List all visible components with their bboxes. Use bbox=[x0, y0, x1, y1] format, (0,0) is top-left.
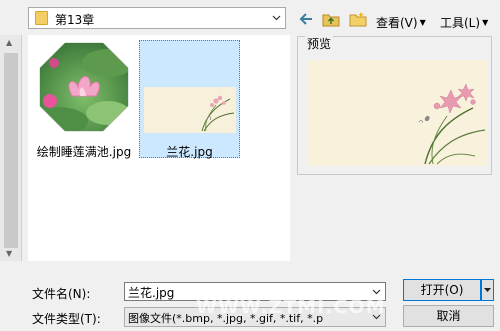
preview-title: 预览 bbox=[305, 35, 334, 52]
filename-input[interactable]: 兰花.jpg bbox=[124, 282, 386, 301]
current-folder-label: 第13章 bbox=[55, 13, 95, 27]
filetype-label: 文件类型(T): bbox=[32, 312, 101, 326]
tools-menu[interactable]: 工具(L) ▼ bbox=[440, 14, 488, 31]
back-arrow-icon[interactable] bbox=[298, 11, 316, 27]
open-dropdown-icon[interactable] bbox=[481, 279, 494, 301]
new-folder-icon[interactable] bbox=[349, 11, 367, 27]
look-in-combobox[interactable]: 第13章 bbox=[28, 7, 286, 29]
scrollbar-thumb[interactable] bbox=[4, 53, 18, 248]
filetype-select[interactable]: 图像文件(*.bmp, *.jpg, *.gif, *.tif, *.p bbox=[124, 307, 386, 327]
chevron-down-icon[interactable] bbox=[368, 283, 385, 300]
folder-icon bbox=[35, 11, 48, 25]
caret-down-icon: ▼ bbox=[419, 18, 426, 27]
scroll-down-icon[interactable]: ▼ bbox=[6, 249, 12, 258]
caret-down-icon: ▼ bbox=[482, 18, 489, 27]
cancel-button[interactable]: 取消 bbox=[403, 305, 494, 327]
chevron-down-icon[interactable] bbox=[268, 8, 285, 28]
orchid-thumbnail bbox=[143, 87, 236, 133]
lotus-thumbnail bbox=[39, 42, 129, 132]
preview-image bbox=[307, 60, 487, 166]
open-button[interactable]: 打开(O) bbox=[403, 279, 481, 301]
filename-value: 兰花.jpg bbox=[128, 286, 175, 300]
file-item-lotus[interactable]: 绘制睡莲满池.jpg bbox=[34, 41, 134, 161]
filetype-value: 图像文件(*.bmp, *.jpg, *.gif, *.tif, *.p bbox=[128, 312, 324, 325]
filename-label: 文件名(N): bbox=[32, 287, 91, 301]
places-scrollbar[interactable]: ▲ ▼ bbox=[0, 35, 22, 261]
chevron-down-icon[interactable] bbox=[368, 308, 385, 326]
file-item-orchid[interactable]: 兰花.jpg bbox=[139, 40, 240, 159]
file-name-label: 兰花.jpg bbox=[166, 145, 213, 159]
up-folder-icon[interactable] bbox=[322, 11, 340, 27]
file-list[interactable]: 绘制睡莲满池.jpg 兰花.jpg bbox=[28, 35, 290, 261]
scroll-up-icon[interactable]: ▲ bbox=[6, 38, 12, 47]
file-name-label: 绘制睡莲满池.jpg bbox=[36, 145, 132, 159]
view-menu[interactable]: 查看(V) ▼ bbox=[376, 14, 426, 31]
